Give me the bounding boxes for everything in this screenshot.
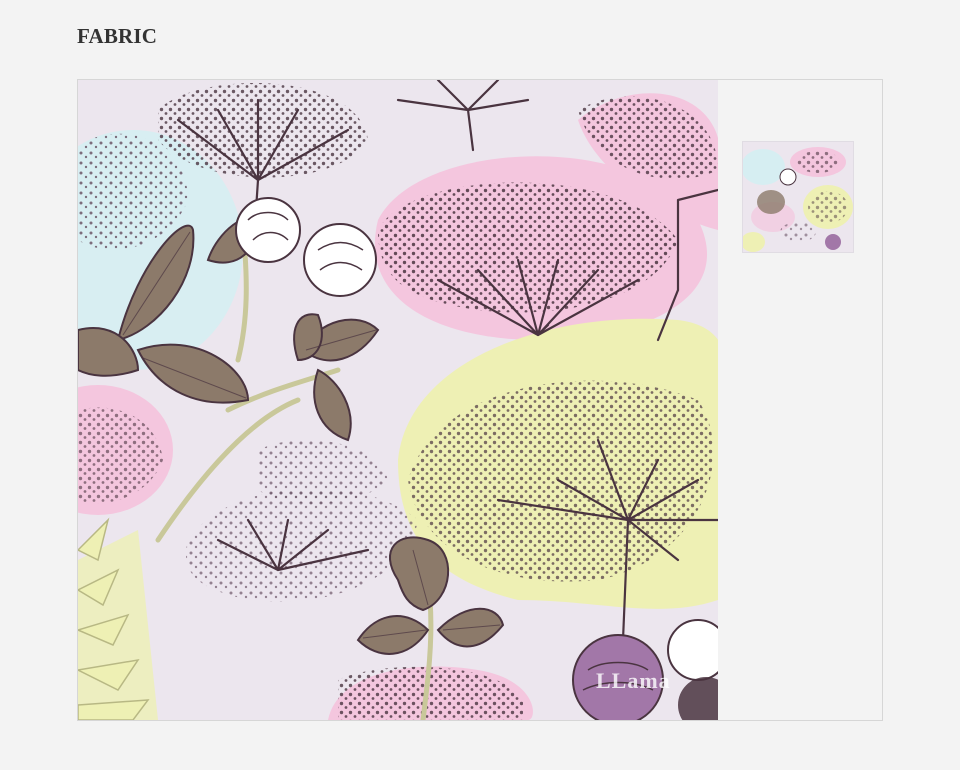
main-product-image: LLama (78, 80, 718, 720)
product-gallery: LLama (77, 79, 883, 721)
fabric-pattern-illustration (78, 80, 718, 720)
page-title: FABRIC (77, 24, 158, 48)
thumbnail-image-1[interactable] (742, 141, 854, 253)
watermark-logo: LLama (596, 668, 671, 693)
thumbnail-pattern (743, 142, 853, 252)
